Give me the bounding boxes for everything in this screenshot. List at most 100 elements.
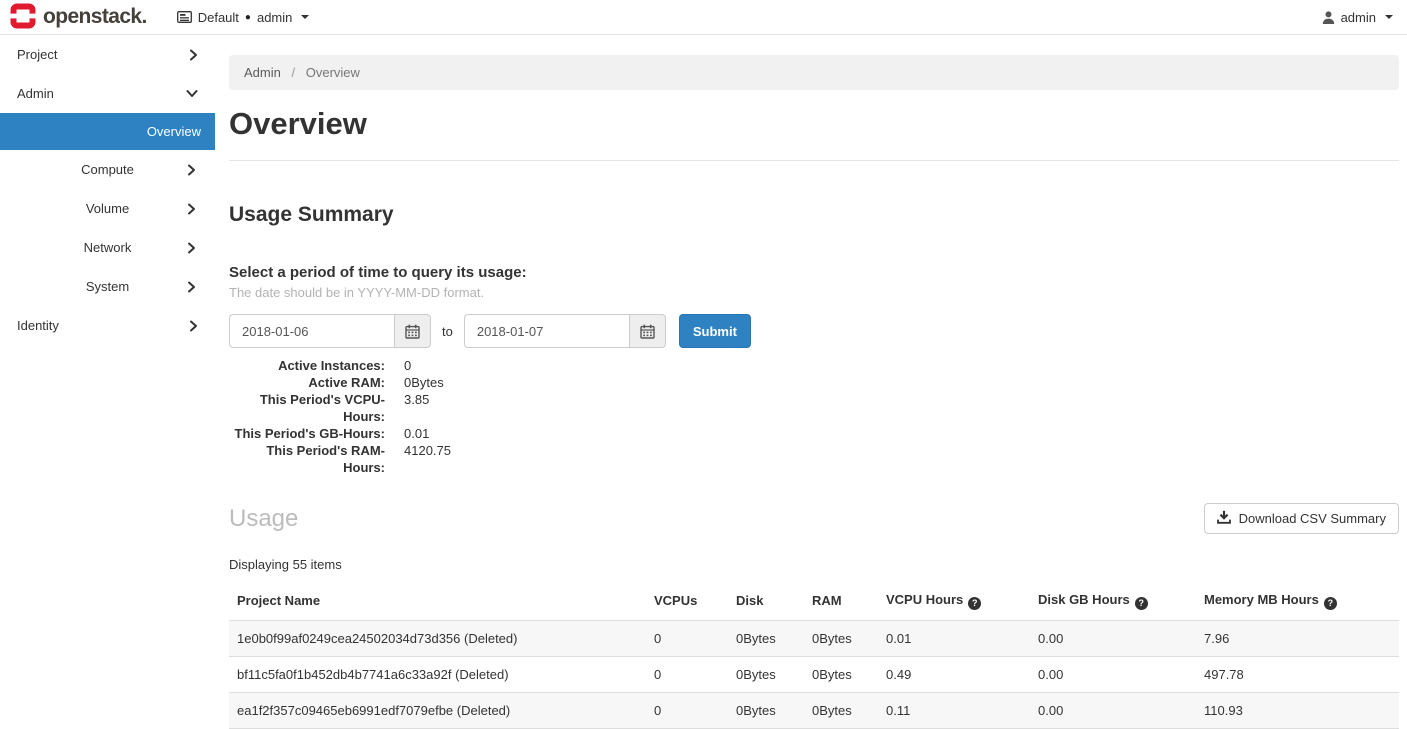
column-header-project-name: Project Name [229, 583, 646, 620]
start-date-input[interactable] [229, 314, 394, 348]
table-row: 1e0b0f99af0249cea24502034d73d356 (Delete… [229, 620, 1399, 656]
sidebar-item-label: Admin [17, 86, 54, 101]
context-project: admin [257, 10, 292, 25]
top-navbar: openstack. Default ● admin admin [0, 0, 1407, 35]
cell-memory-mb-hours: 497.78 [1196, 656, 1399, 692]
end-date-group [464, 314, 666, 348]
sidebar-nav: Project Admin Overview Compute Volume [0, 35, 215, 345]
usage-section-header: Usage Download CSV Summary [229, 503, 1399, 534]
submit-button[interactable]: Submit [679, 314, 751, 348]
cell-vcpus: 0 [646, 620, 728, 656]
calendar-icon[interactable] [629, 314, 666, 348]
sidebar-item-admin[interactable]: Admin [0, 74, 215, 113]
stat-label: This Period's RAM-Hours: [229, 442, 385, 476]
help-icon[interactable]: ? [1324, 597, 1337, 610]
brand-text: openstack. [43, 6, 147, 29]
cell-disk: 0Bytes [728, 620, 804, 656]
user-menu-label: admin [1341, 10, 1376, 25]
cell-ram: 0Bytes [804, 692, 878, 728]
chevron-right-icon [187, 281, 196, 293]
chevron-down-icon [186, 89, 198, 98]
context-switcher-dropdown[interactable]: Default ● admin [177, 10, 310, 25]
cell-disk-gb-hours: 0.00 [1030, 620, 1196, 656]
sidebar-item-label: Compute [81, 162, 134, 177]
sidebar-item-label: Volume [86, 201, 129, 216]
sidebar-item-project[interactable]: Project [0, 35, 215, 74]
chevron-right-icon [187, 203, 196, 215]
chevron-right-icon [189, 320, 198, 332]
sidebar-item-label: Project [17, 47, 57, 62]
download-csv-button[interactable]: Download CSV Summary [1204, 503, 1399, 534]
context-separator: ● [245, 12, 251, 23]
cell-ram: 0Bytes [804, 620, 878, 656]
table-header-row: Project Name VCPUs Disk RAM VCPU Hours? … [229, 583, 1399, 620]
user-menu-dropdown[interactable]: admin [1322, 10, 1393, 25]
cell-disk-gb-hours: 0.00 [1030, 656, 1196, 692]
sidebar-item-compute[interactable]: Compute [0, 150, 215, 189]
chevron-right-icon [187, 164, 196, 176]
cell-disk-gb-hours: 0.00 [1030, 692, 1196, 728]
cell-project-name: 1e0b0f99af0249cea24502034d73d356 (Delete… [229, 620, 646, 656]
stat-label: Active RAM: [229, 374, 385, 391]
sidebar-item-identity[interactable]: Identity [0, 306, 215, 345]
table-row: ea1f2f357c09465eb6991edf7079efbe (Delete… [229, 692, 1399, 728]
stat-value: 4120.75 [404, 442, 451, 476]
page-title: Overview [229, 106, 1399, 142]
cell-vcpus: 0 [646, 692, 728, 728]
sidebar-item-label: System [86, 279, 129, 294]
openstack-logo-icon [10, 3, 36, 32]
usage-table: Project Name VCPUs Disk RAM VCPU Hours? … [229, 583, 1399, 729]
main-content: Admin / Overview Overview Usage Summary … [215, 35, 1407, 729]
sidebar-item-overview[interactable]: Overview [0, 113, 215, 150]
end-date-input[interactable] [464, 314, 629, 348]
cell-vcpu-hours: 0.11 [878, 692, 1030, 728]
usage-stats: Active Instances: 0 Active RAM: 0Bytes T… [229, 357, 1399, 476]
items-count: Displaying 55 items [229, 557, 1399, 572]
sidebar-item-system[interactable]: System [0, 267, 215, 306]
domain-list-icon [177, 11, 192, 23]
stat-vcpu-hours: This Period's VCPU-Hours: 3.85 [229, 391, 1399, 425]
usage-heading: Usage [229, 505, 298, 533]
openstack-brand[interactable]: openstack. [10, 3, 147, 32]
cell-memory-mb-hours: 7.96 [1196, 620, 1399, 656]
sidebar-item-label: Identity [17, 318, 59, 333]
table-row: bf11c5fa0f1b452db4b7741a6c33a92f (Delete… [229, 656, 1399, 692]
column-header-memory-mb-hours: Memory MB Hours? [1196, 583, 1399, 620]
cell-project-name: ea1f2f357c09465eb6991edf7079efbe (Delete… [229, 692, 646, 728]
breadcrumb-separator: / [291, 65, 295, 80]
chevron-right-icon [189, 49, 198, 61]
sidebar-item-network[interactable]: Network [0, 228, 215, 267]
breadcrumb-admin-link[interactable]: Admin [244, 65, 281, 80]
stat-value: 3.85 [404, 391, 429, 425]
cell-disk: 0Bytes [728, 656, 804, 692]
breadcrumb-current: Overview [306, 65, 360, 80]
stat-label: Active Instances: [229, 357, 385, 374]
context-domain: Default [198, 10, 239, 25]
sidebar-item-label: Network [84, 240, 132, 255]
help-icon[interactable]: ? [1135, 597, 1148, 610]
start-date-group [229, 314, 431, 348]
stat-label: This Period's VCPU-Hours: [229, 391, 385, 425]
calendar-icon[interactable] [394, 314, 431, 348]
sidebar-item-volume[interactable]: Volume [0, 189, 215, 228]
cell-vcpu-hours: 0.01 [878, 620, 1030, 656]
download-csv-label: Download CSV Summary [1239, 511, 1386, 526]
title-divider [229, 160, 1399, 161]
download-icon [1217, 510, 1231, 527]
user-icon [1322, 11, 1335, 24]
stat-label: This Period's GB-Hours: [229, 425, 385, 442]
caret-down-icon [301, 15, 309, 19]
help-icon[interactable]: ? [968, 597, 981, 610]
stat-ram-hours: This Period's RAM-Hours: 4120.75 [229, 442, 1399, 476]
to-label: to [442, 324, 453, 339]
chevron-right-icon [187, 242, 196, 254]
cell-ram: 0Bytes [804, 656, 878, 692]
stat-active-ram: Active RAM: 0Bytes [229, 374, 1399, 391]
caret-down-icon [1385, 15, 1393, 19]
column-header-vcpus: VCPUs [646, 583, 728, 620]
cell-project-name: bf11c5fa0f1b452db4b7741a6c33a92f (Delete… [229, 656, 646, 692]
date-format-hint: The date should be in YYYY-MM-DD format. [229, 285, 1399, 300]
stat-value: 0 [404, 357, 411, 374]
column-header-vcpu-hours: VCPU Hours? [878, 583, 1030, 620]
column-header-disk-gb-hours: Disk GB Hours? [1030, 583, 1196, 620]
